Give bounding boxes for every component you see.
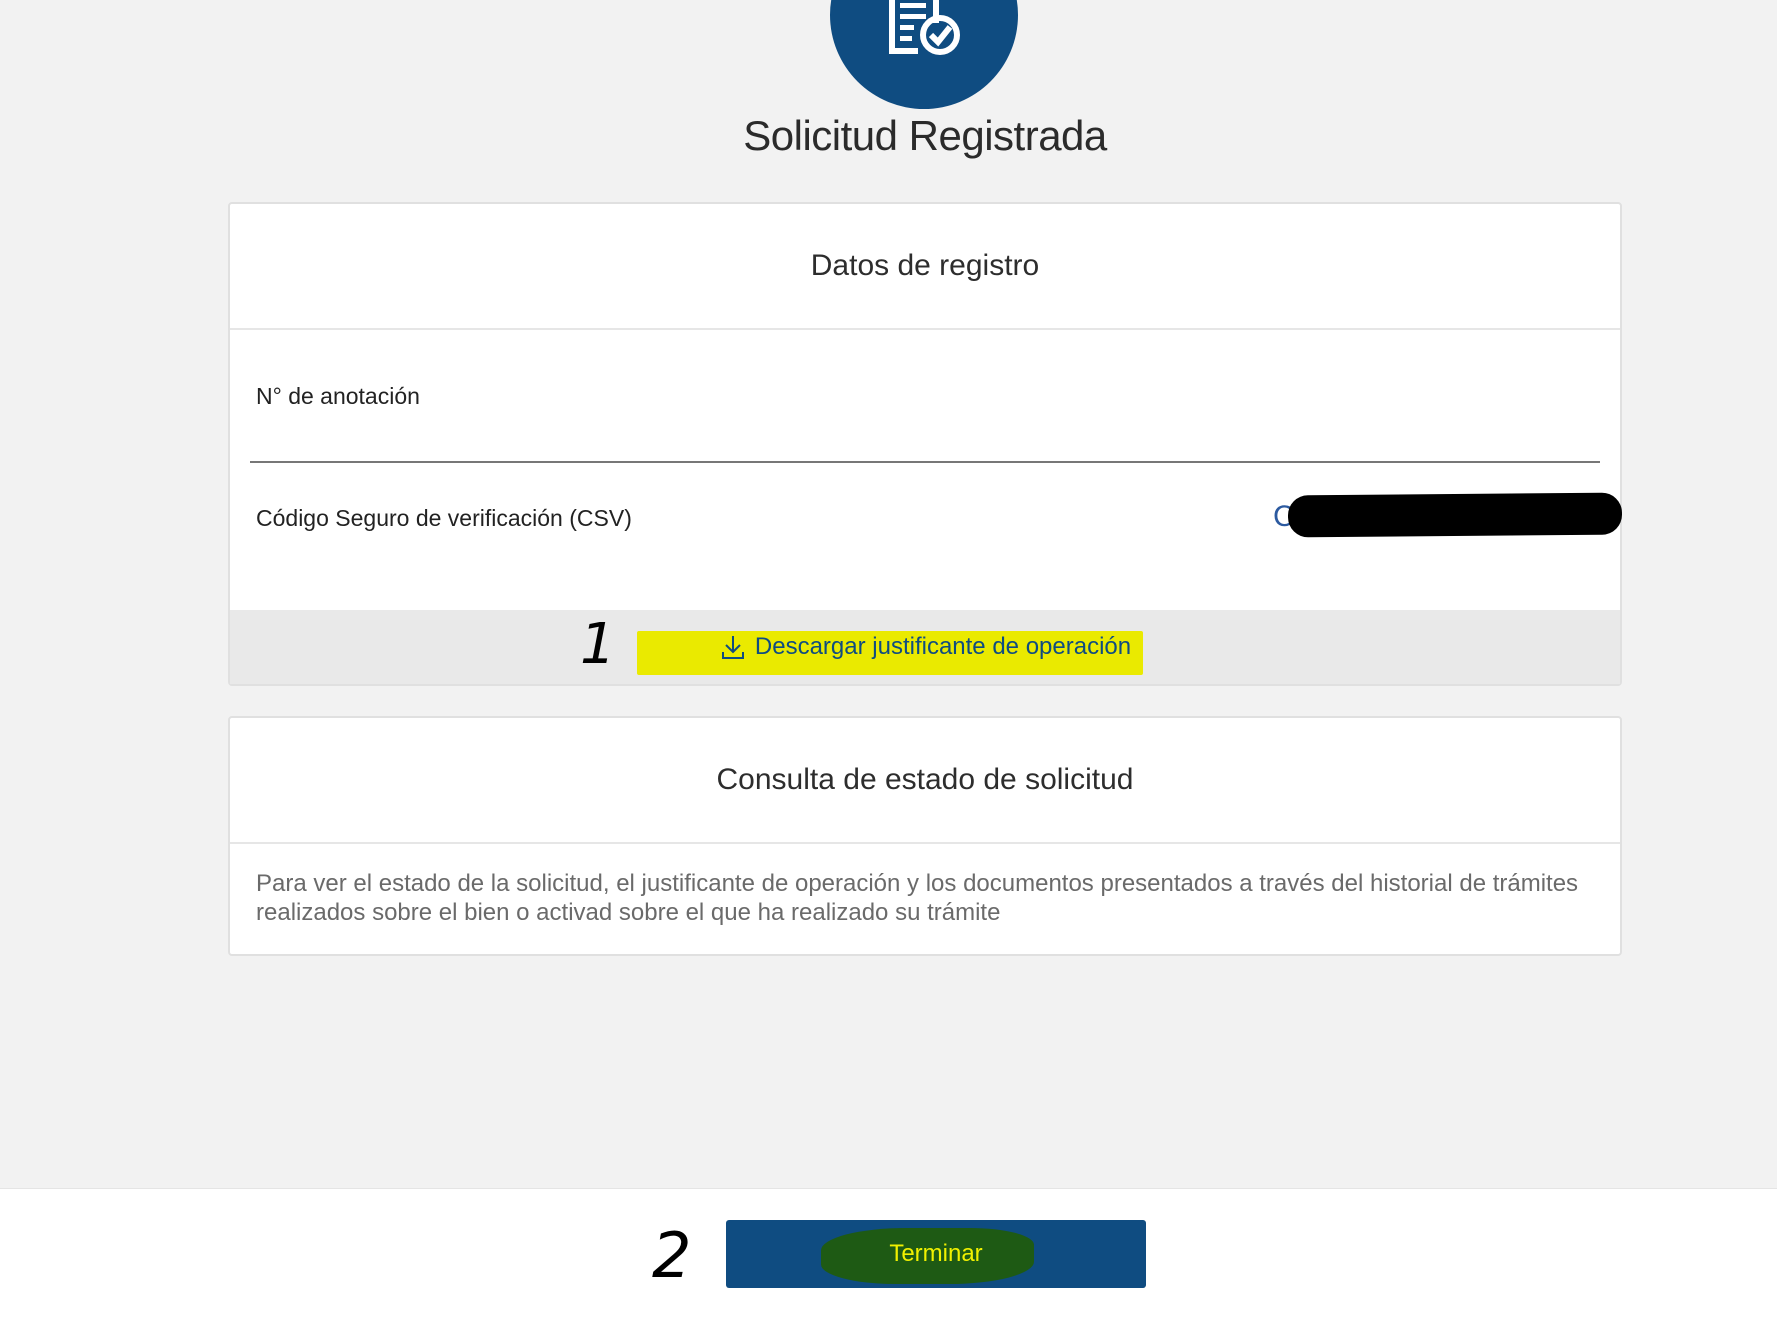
annotation-number-label: N° de anotación	[256, 383, 420, 409]
annotation-step-2: 2	[652, 1219, 692, 1292]
page-title: Solicitud Registrada	[743, 112, 1107, 159]
terminar-label: Terminar	[889, 1240, 983, 1267]
redaction-mark	[1287, 492, 1623, 538]
csv-label: Código Seguro de verificación (CSV)	[256, 505, 632, 531]
document-check-icon-glyph	[889, 0, 960, 55]
registration-data-card: Datos de registro N° de anotación Código…	[228, 202, 1623, 686]
annotation-step-1: 1	[580, 612, 616, 677]
status-query-body: Para ver el estado de la solicitud, el j…	[256, 870, 1579, 926]
download-receipt-label: Descargar justificante de operación	[754, 633, 1132, 660]
row-divider	[250, 461, 1600, 463]
download-bar: Descargar justificante de operación	[230, 610, 1620, 684]
download-receipt-link[interactable]: Descargar justificante de operación	[636, 627, 1144, 675]
terminar-button[interactable]: Terminar	[726, 1220, 1146, 1288]
registration-card-title: Datos de registro	[230, 204, 1620, 330]
download-icon	[721, 636, 744, 659]
status-query-card: Consulta de estado de solicitud Para ver…	[228, 716, 1622, 956]
status-query-title: Consulta de estado de solicitud	[230, 718, 1620, 844]
footer-bar: Terminar	[0, 1188, 1777, 1325]
document-check-icon	[830, 0, 1018, 109]
